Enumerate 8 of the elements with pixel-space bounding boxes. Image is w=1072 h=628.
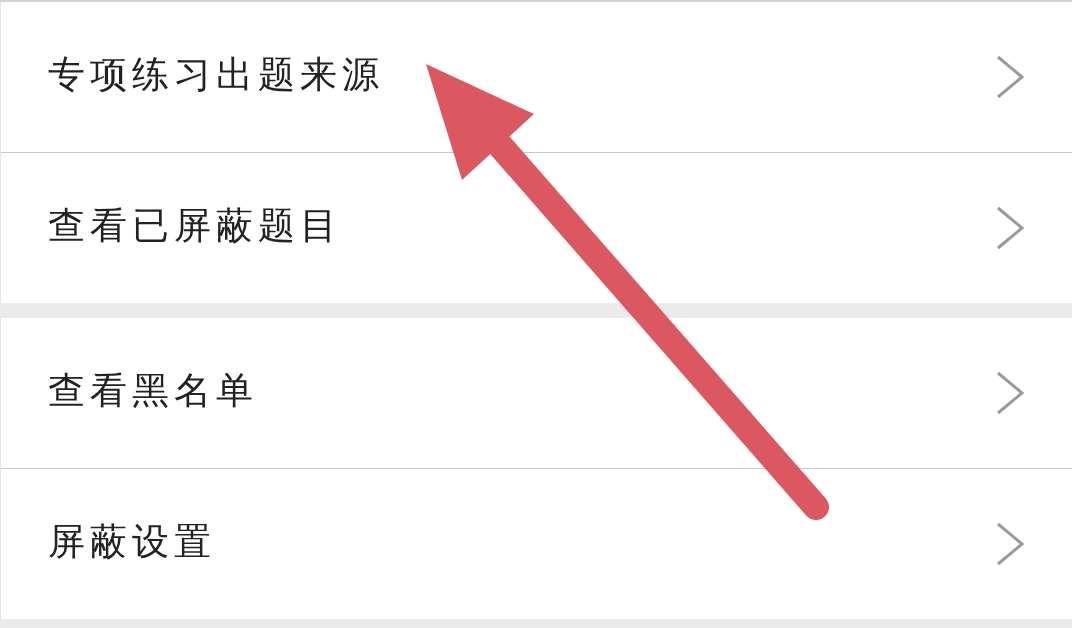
- row-label: 查看黑名单: [48, 368, 258, 414]
- row-label: 屏蔽设置: [48, 519, 216, 565]
- chevron-right-icon: [996, 206, 1024, 250]
- chevron-right-icon: [996, 522, 1024, 566]
- row-label: 专项练习出题来源: [48, 52, 384, 98]
- chevron-right-icon: [996, 371, 1024, 415]
- row-label: 查看已屏蔽题目: [48, 203, 342, 249]
- chevron-right-icon: [996, 55, 1024, 99]
